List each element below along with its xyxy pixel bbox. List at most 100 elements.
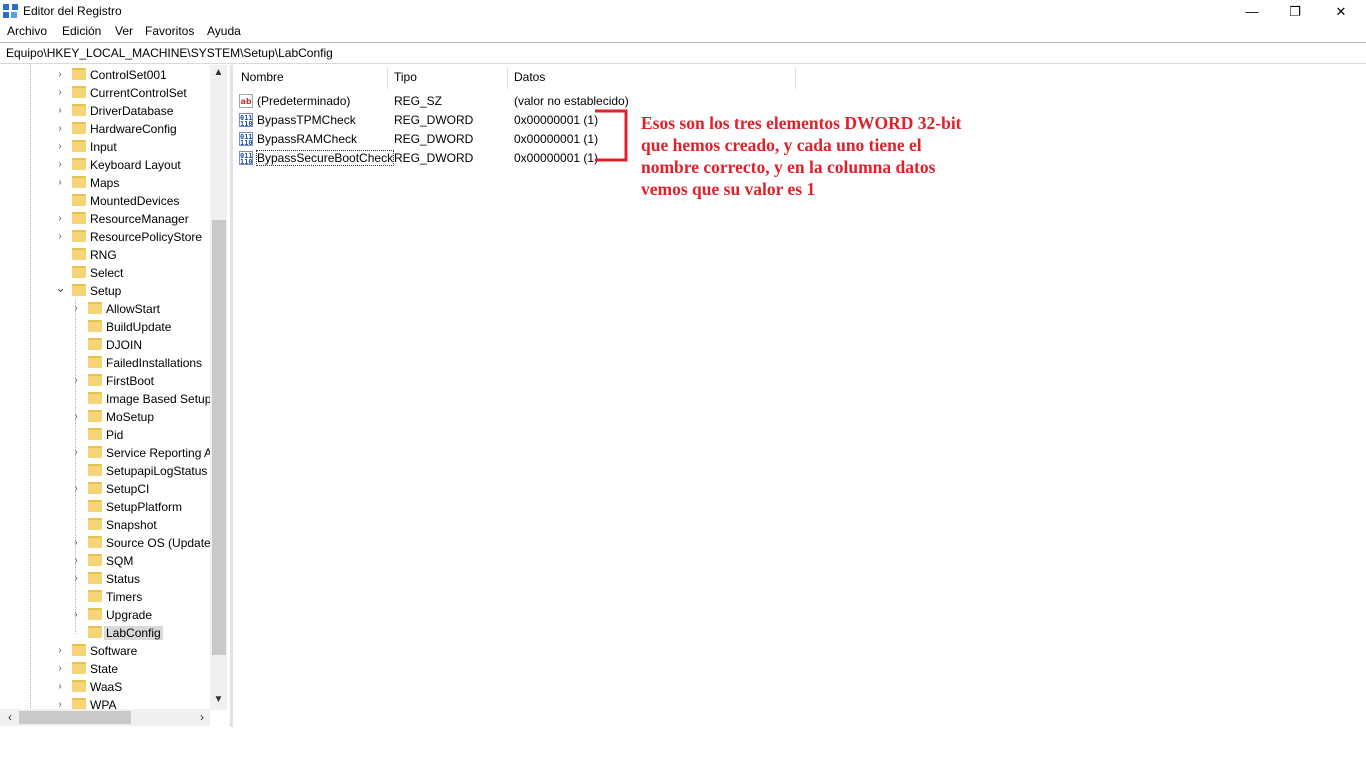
chevron-right-icon[interactable]: › (55, 159, 65, 171)
tree-item[interactable]: › State (0, 660, 210, 678)
chevron-right-icon[interactable]: › (55, 87, 65, 99)
tree-item[interactable]: › CurrentControlSet (0, 84, 210, 102)
tree-item[interactable]: Select (0, 264, 210, 282)
tree-item[interactable]: › Input (0, 138, 210, 156)
tree-item[interactable]: › Software (0, 642, 210, 660)
chevron-right-icon[interactable]: › (71, 483, 81, 495)
tree-item-label: Source OS (Updatec (106, 536, 217, 550)
chevron-right-icon[interactable]: › (55, 177, 65, 189)
tree-item[interactable]: SetupPlatform (0, 498, 210, 516)
tree-item[interactable]: BuildUpdate (0, 318, 210, 336)
tree-item-label: Pid (106, 428, 124, 442)
tree-vertical-scroll-thumb[interactable] (212, 220, 226, 655)
minimize-button[interactable]: — (1229, 0, 1275, 23)
tree-item-label: Service Reporting A (106, 446, 213, 460)
tree-item[interactable]: › Source OS (Updatec (0, 534, 217, 552)
column-divider[interactable] (795, 67, 796, 89)
tree-item[interactable]: DJOIN (0, 336, 210, 354)
tree-item[interactable]: › ControlSet001 (0, 66, 210, 84)
chevron-right-icon[interactable]: › (71, 555, 81, 567)
chevron-right-icon[interactable]: › (55, 141, 65, 153)
column-divider[interactable] (387, 67, 388, 89)
column-header-tipo[interactable]: Tipo (394, 70, 417, 84)
tree-item[interactable]: › HardwareConfig (0, 120, 210, 138)
tree-item[interactable]: ⌄ Setup (0, 281, 210, 300)
tree-item[interactable]: › SQM (0, 552, 210, 570)
scroll-left-icon[interactable]: ‹ (3, 710, 17, 725)
close-button[interactable]: ✕ (1318, 0, 1364, 23)
tree-item[interactable]: Snapshot (0, 516, 210, 534)
address-bar[interactable]: Equipo\HKEY_LOCAL_MACHINE\SYSTEM\Setup\L… (6, 46, 333, 60)
tree-item[interactable]: › Maps (0, 174, 210, 192)
pane-splitter[interactable] (230, 65, 233, 727)
chevron-right-icon[interactable]: › (55, 123, 65, 135)
tree-item-label: WaaS (90, 680, 123, 694)
tree-item[interactable]: › Status (0, 570, 210, 588)
folder-icon (88, 626, 102, 638)
tree-item-label: Status (106, 572, 141, 586)
chevron-right-icon[interactable]: › (71, 411, 81, 423)
chevron-down-icon[interactable]: ⌄ (55, 281, 66, 294)
column-divider[interactable] (507, 67, 508, 89)
tree-item[interactable]: › DriverDatabase (0, 102, 210, 120)
tree-horizontal-scroll-thumb[interactable] (19, 711, 131, 724)
tree-item[interactable]: MountedDevices (0, 192, 210, 210)
tree-item[interactable]: FailedInstallations (0, 354, 210, 372)
tree-item[interactable]: › ResourcePolicyStore (0, 228, 210, 246)
value-data: 0x00000001 (1) (514, 132, 599, 146)
dword-value-icon: 011 110 (239, 113, 253, 128)
tree-item[interactable]: LabConfig (0, 624, 210, 642)
scroll-down-icon[interactable]: ▼ (210, 694, 227, 708)
chevron-right-icon[interactable]: › (55, 645, 65, 657)
tree-item[interactable]: › Keyboard Layout (0, 156, 210, 174)
chevron-right-icon[interactable]: › (55, 681, 65, 693)
chevron-right-icon[interactable]: › (71, 447, 81, 459)
menu-archivo[interactable]: Archivo (7, 24, 47, 38)
tree-item[interactable]: Image Based Setup (0, 390, 211, 408)
tree-item[interactable]: › FirstBoot (0, 372, 210, 390)
chevron-right-icon[interactable]: › (71, 303, 81, 315)
tree-item[interactable]: Timers (0, 588, 210, 606)
folder-icon (88, 608, 102, 620)
menu-ayuda[interactable]: Ayuda (207, 24, 241, 38)
window-title: Editor del Registro (23, 4, 122, 18)
value-type: REG_SZ (394, 94, 443, 108)
registry-editor-icon (3, 4, 18, 18)
tree-item[interactable]: › Service Reporting A (0, 444, 213, 462)
maximize-button[interactable]: ❐ (1272, 0, 1318, 23)
chevron-right-icon[interactable]: › (55, 213, 65, 225)
tree-item[interactable]: › Upgrade (0, 606, 210, 624)
tree-item[interactable]: SetupapiLogStatus (0, 462, 210, 480)
column-header-datos[interactable]: Datos (514, 70, 545, 84)
tree-item[interactable]: › ResourceManager (0, 210, 210, 228)
folder-icon (88, 464, 102, 476)
chevron-right-icon[interactable]: › (71, 537, 81, 549)
tree-item-label: HardwareConfig (90, 122, 177, 136)
value-row[interactable]: ab (Predeterminado) REG_SZ (valor no establ… (239, 93, 939, 112)
scroll-right-icon[interactable]: › (195, 710, 209, 725)
chevron-right-icon[interactable]: › (55, 105, 65, 117)
chevron-right-icon[interactable]: › (71, 609, 81, 621)
chevron-right-icon[interactable]: › (71, 375, 81, 387)
chevron-right-icon[interactable]: › (55, 231, 65, 243)
menu-ver[interactable]: Ver (115, 24, 133, 38)
column-header-nombre[interactable]: Nombre (241, 70, 284, 84)
tree-item[interactable]: › MoSetup (0, 408, 210, 426)
folder-icon (88, 338, 102, 350)
chevron-right-icon[interactable]: › (55, 663, 65, 675)
tree-item[interactable]: RNG (0, 246, 210, 264)
tree-item[interactable]: › AllowStart (0, 300, 210, 318)
key-tree: › ControlSet001 › CurrentControlSet › DriverD… (0, 65, 228, 725)
menu-favoritos[interactable]: Favoritos (145, 24, 194, 38)
value-type: REG_DWORD (394, 132, 474, 146)
tree-item[interactable]: › WaaS (0, 678, 210, 696)
tree-item[interactable]: Pid (0, 426, 210, 444)
tree-item[interactable]: › SetupCI (0, 480, 210, 498)
folder-icon (88, 410, 102, 422)
tree-item-label: SetupapiLogStatus (106, 464, 208, 478)
folder-icon (72, 68, 86, 80)
scroll-up-icon[interactable]: ▲ (210, 67, 227, 81)
chevron-right-icon[interactable]: › (71, 573, 81, 585)
menu-edicion[interactable]: Edición (62, 24, 101, 38)
chevron-right-icon[interactable]: › (55, 69, 65, 81)
